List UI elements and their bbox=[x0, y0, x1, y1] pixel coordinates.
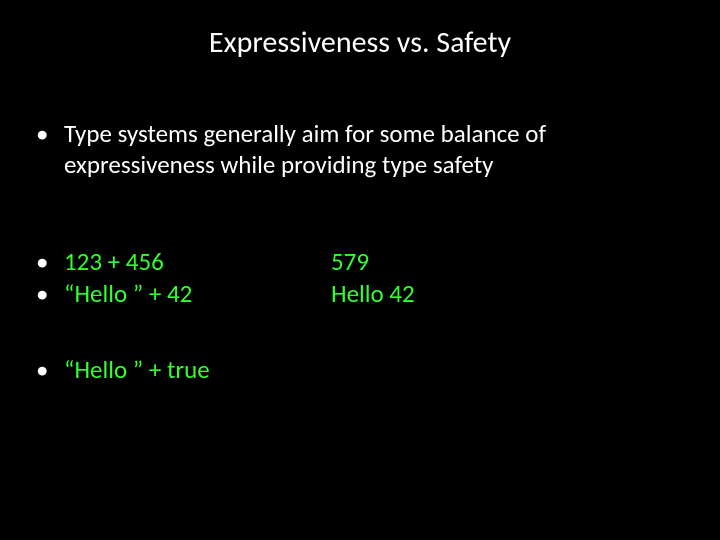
bullet-intro: •Type systems generally aim for some bal… bbox=[36, 118, 674, 181]
example-expr-2: •“Hello ” + 42 bbox=[36, 278, 296, 309]
example-result-1: 579 bbox=[331, 246, 369, 277]
bullet-dot: • bbox=[36, 246, 64, 277]
expr-text-3: “Hello ” + true bbox=[64, 354, 210, 385]
bullet-dot: • bbox=[36, 278, 64, 309]
example-result-2: Hello 42 bbox=[331, 278, 415, 309]
bullet-dot: • bbox=[36, 354, 64, 385]
expr-text-1: 123 + 456 bbox=[64, 246, 164, 277]
example-expr-1: •123 + 456 bbox=[36, 246, 296, 277]
example-row-1: •123 + 456 579 bbox=[36, 246, 684, 277]
example-row-2: •“Hello ” + 42 Hello 42 bbox=[36, 278, 684, 309]
slide: Expressiveness vs. Safety •Type systems … bbox=[0, 0, 720, 540]
expr-text-2: “Hello ” + 42 bbox=[64, 278, 192, 309]
example-expr-3: •“Hello ” + true bbox=[36, 354, 296, 385]
bullet-dot: • bbox=[36, 118, 64, 149]
slide-title: Expressiveness vs. Safety bbox=[0, 24, 720, 61]
example-row-3: •“Hello ” + true bbox=[36, 354, 684, 385]
intro-text: Type systems generally aim for some bala… bbox=[64, 118, 674, 181]
